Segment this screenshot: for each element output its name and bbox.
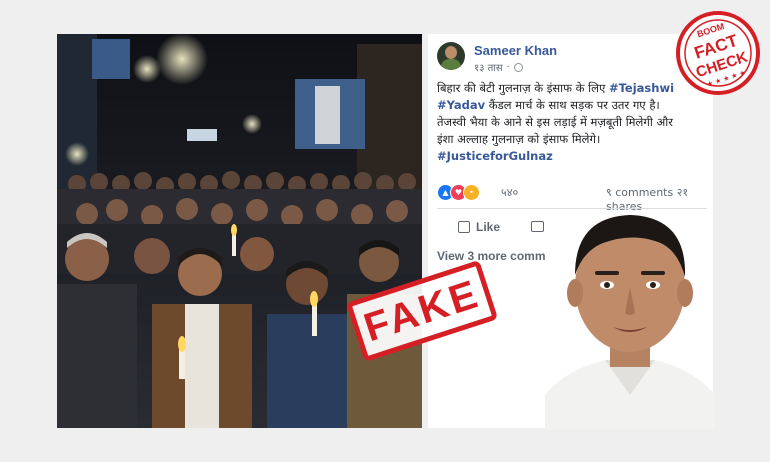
- hashtag-link[interactable]: #Yadav: [437, 98, 485, 112]
- post-text-line: इंशा अल्लाह गुलनाज़ को इंसाफ मिलेगे।: [437, 131, 713, 148]
- candle-march-photo: [57, 34, 422, 428]
- post-author[interactable]: Sameer Khan: [474, 43, 557, 58]
- avatar[interactable]: [437, 42, 465, 70]
- post-text-segment: तेजस्वी भैया के आने से इस लड़ाई में मज़ब…: [437, 115, 673, 129]
- post-text-line: बिहार की बेटी गुलनाज़ के इंसाफ के लिए #T…: [437, 80, 713, 97]
- fact-check-stamp: BOOM FACT CHECK ★ ★ ★ ★ ★: [676, 11, 760, 95]
- post-time[interactable]: १३ तास: [474, 60, 503, 74]
- hashtag-link[interactable]: #JusticeforGulnaz: [437, 149, 553, 163]
- post-text-segment: इंशा अल्लाह गुलनाज़ को इंसाफ मिलेगे।: [437, 132, 601, 146]
- portrait-illustration: [545, 215, 715, 430]
- candle-march-illustration: [57, 34, 422, 428]
- post-text-line: #JusticeforGulnaz: [437, 148, 713, 165]
- globe-icon: [513, 62, 523, 72]
- post-text-segment: कैंडल मार्च के साथ सड़क पर उतर गए है।: [485, 98, 660, 112]
- view-more-comments-link[interactable]: View 3 more comm: [437, 249, 546, 263]
- comment-icon[interactable]: [531, 221, 544, 232]
- sad-reaction-icon: •: [463, 184, 480, 201]
- hashtag-link[interactable]: #Tejashwi: [609, 81, 674, 95]
- reaction-icons[interactable]: ▲ ♥ •: [437, 184, 480, 201]
- politician-portrait: [545, 195, 715, 430]
- post-text-segment: बिहार की बेटी गुलनाज़ के इंसाफ के लिए: [437, 81, 609, 95]
- thumbs-up-icon: [458, 221, 470, 233]
- post-meta: १३ तास ·: [474, 60, 523, 74]
- post-text: बिहार की बेटी गुलनाज़ के इंसाफ के लिए #T…: [437, 80, 713, 165]
- post-text-line: #Yadav कैंडल मार्च के साथ सड़क पर उतर गए…: [437, 97, 713, 114]
- like-label: Like: [476, 220, 501, 234]
- like-button[interactable]: Like: [458, 220, 500, 234]
- boom-fact-check-logo: BOOM FACT CHECK ★ ★ ★ ★ ★: [673, 10, 763, 96]
- reaction-count[interactable]: ५४०: [501, 185, 518, 200]
- post-text-line: तेजस्वी भैया के आने से इस लड़ाई में मज़ब…: [437, 114, 713, 131]
